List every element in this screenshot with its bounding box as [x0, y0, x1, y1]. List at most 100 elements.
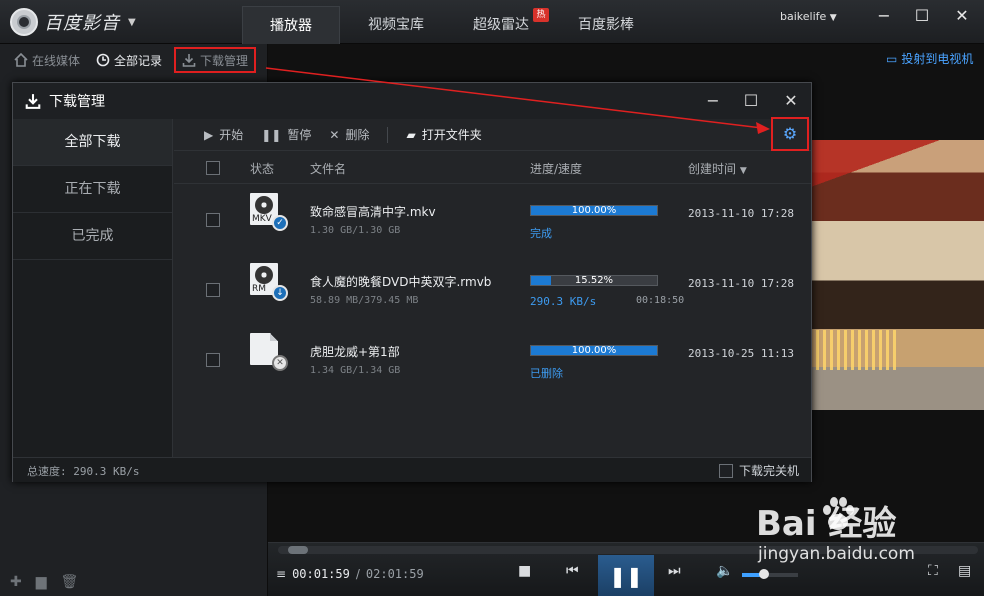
- column-created[interactable]: 创建时间 ▼: [688, 160, 747, 177]
- subnav-online-media[interactable]: 在线媒体: [10, 47, 84, 73]
- tab-video-library[interactable]: 视频宝库: [342, 6, 450, 44]
- download-toolbar: ▶ 开始 ❚❚ 暂停 ✕ 删除 ▰ 打开文件夹: [174, 119, 811, 151]
- volume-icon[interactable]: 🔈: [716, 563, 733, 579]
- file-size: 1.34 GB/1.34 GB: [310, 365, 401, 376]
- subnav-all-records[interactable]: 全部记录: [92, 47, 166, 73]
- delete-label: 删除: [345, 128, 370, 142]
- settings-gear-icon[interactable]: ⚙: [771, 117, 809, 151]
- download-icon: [25, 94, 41, 109]
- pause-button[interactable]: ❚❚ 暂停: [261, 126, 311, 143]
- select-all-checkbox[interactable]: [206, 161, 220, 175]
- add-folder-icon[interactable]: ▆: [36, 574, 47, 590]
- delete-button[interactable]: ✕ 删除: [329, 126, 369, 143]
- start-button[interactable]: ▶ 开始: [204, 126, 243, 143]
- created-time: 2013-11-10 17:28: [688, 277, 794, 290]
- pause-icon[interactable]: ❚❚: [598, 555, 654, 596]
- column-status[interactable]: 状态: [250, 160, 274, 177]
- created-time: 2013-11-10 17:28: [688, 207, 794, 220]
- progress-bar: 15.52%: [530, 275, 658, 286]
- current-time: 00:01:59: [292, 567, 350, 581]
- subnav-label: 全部记录: [114, 53, 163, 68]
- total-speed: 总速度: 290.3 KB/s: [27, 465, 140, 478]
- open-folder-button[interactable]: ▰ 打开文件夹: [406, 126, 481, 143]
- file-name: 致命感冒高清中字.mkv: [310, 205, 436, 219]
- file-size: 58.89 MB/379.45 MB: [310, 295, 419, 306]
- seek-thumb[interactable]: [288, 546, 308, 554]
- table-row[interactable]: ✕ 虎胆龙威+第1部 1.34 GB/1.34 GB 100.00% 已删除 2…: [174, 325, 811, 395]
- file-ext-label: RM: [252, 284, 267, 294]
- file-ext-label: MKV: [252, 214, 272, 224]
- watermark-url: jingyan.baidu.com: [758, 544, 915, 564]
- film-reel-icon: [255, 196, 273, 214]
- dialog-title-bar[interactable]: 下载管理: [13, 83, 811, 119]
- time-display: ≡ 00:01:59 / 02:01:59: [276, 567, 424, 581]
- tab-baidu-stick[interactable]: 百度影棒: [552, 6, 660, 44]
- remaining-time: 00:18:50: [636, 295, 685, 306]
- cast-to-tv-link[interactable]: ▭ 投射到电视机: [886, 50, 973, 67]
- clock-icon: [96, 53, 110, 67]
- logo-icon: [10, 8, 38, 36]
- tv-icon: ▭: [886, 51, 898, 66]
- shutdown-after-download[interactable]: 下载完关机: [719, 462, 799, 479]
- column-created-label: 创建时间: [688, 162, 737, 176]
- column-progress[interactable]: 进度/速度: [530, 160, 582, 177]
- time-separator: /: [355, 567, 360, 581]
- row-checkbox[interactable]: [206, 283, 220, 297]
- progress-percent: 100.00%: [571, 205, 617, 216]
- file-name: 食人魔的晚餐DVD中英双字.rmvb: [310, 275, 492, 289]
- next-icon[interactable]: ⏭: [668, 563, 681, 579]
- status-link[interactable]: 完成: [530, 225, 552, 241]
- close-icon[interactable]: ✕: [779, 89, 803, 113]
- dialog-footer: 总速度: 290.3 KB/s 下载完关机: [13, 457, 811, 482]
- open-folder-icon: ▰: [406, 127, 416, 142]
- table-row[interactable]: RM ↓ 食人魔的晚餐DVD中英双字.rmvb 58.89 MB/379.45 …: [174, 255, 811, 325]
- downloading-arrow-icon: ↓: [272, 285, 288, 301]
- username: baikelife: [780, 10, 827, 23]
- download-speed: 290.3 KB/s: [530, 295, 597, 308]
- row-checkbox[interactable]: [206, 213, 220, 227]
- maximize-icon[interactable]: ☐: [910, 5, 934, 27]
- sort-down-icon: ▼: [739, 166, 747, 176]
- start-label: 开始: [219, 128, 244, 142]
- video-frame[interactable]: [812, 140, 984, 410]
- left-footer: ✚ ▆ 🗑: [10, 574, 78, 590]
- row-checkbox[interactable]: [206, 353, 220, 367]
- table-header: 状态 文件名 进度/速度 创建时间 ▼: [174, 152, 811, 184]
- maximize-icon[interactable]: ☐: [739, 89, 763, 113]
- volume-slider[interactable]: [742, 569, 798, 579]
- download-icon: [182, 54, 196, 67]
- sidebar-item-all-downloads[interactable]: 全部下载: [13, 119, 172, 166]
- previous-icon[interactable]: ⏮: [566, 563, 579, 579]
- add-icon[interactable]: ✚: [10, 574, 22, 590]
- playlist-icon[interactable]: ≡: [276, 567, 286, 581]
- app-logo[interactable]: 百度影音 ▼: [10, 8, 136, 36]
- status-link[interactable]: 已删除: [530, 365, 563, 381]
- download-manager-dialog: 下载管理 − ☐ ✕ 全部下载 正在下载 已完成 ▶ 开始 ❚❚ 暂停 ✕ 删除 ▰ 打…: [12, 82, 812, 482]
- play-icon: ▶: [204, 127, 214, 142]
- subnav-label: 下载管理: [200, 53, 249, 68]
- table-row[interactable]: MKV ✓ 致命感冒高清中字.mkv 1.30 GB/1.30 GB 100.0…: [174, 185, 811, 255]
- progress-bar: 100.00%: [530, 345, 658, 356]
- trash-icon[interactable]: 🗑: [61, 574, 79, 590]
- close-icon[interactable]: ✕: [950, 5, 974, 27]
- stop-icon[interactable]: ■: [518, 563, 531, 579]
- minimize-icon[interactable]: −: [872, 5, 896, 27]
- paw-icon: [823, 497, 854, 530]
- download-sidebar: 全部下载 正在下载 已完成: [13, 119, 173, 457]
- progress-bar: 100.00%: [530, 205, 658, 216]
- column-filename[interactable]: 文件名: [310, 160, 346, 177]
- minimize-icon[interactable]: −: [701, 89, 725, 113]
- total-time: 02:01:59: [365, 567, 424, 581]
- file-size: 1.30 GB/1.30 GB: [310, 225, 401, 236]
- sidebar-item-completed[interactable]: 已完成: [13, 213, 172, 260]
- subnav-download-manager[interactable]: 下载管理: [174, 47, 257, 73]
- tab-player[interactable]: 播放器: [242, 6, 340, 44]
- shutdown-label: 下载完关机: [739, 464, 800, 478]
- shutdown-checkbox[interactable]: [719, 463, 733, 478]
- user-menu[interactable]: baikelife ▼: [780, 10, 837, 23]
- sidebar-item-downloading[interactable]: 正在下载: [13, 166, 172, 213]
- hot-badge: 热: [533, 8, 549, 22]
- chevron-down-icon: ▼: [128, 16, 136, 28]
- cast-label: 投射到电视机: [901, 52, 974, 66]
- open-folder-label: 打开文件夹: [421, 128, 482, 142]
